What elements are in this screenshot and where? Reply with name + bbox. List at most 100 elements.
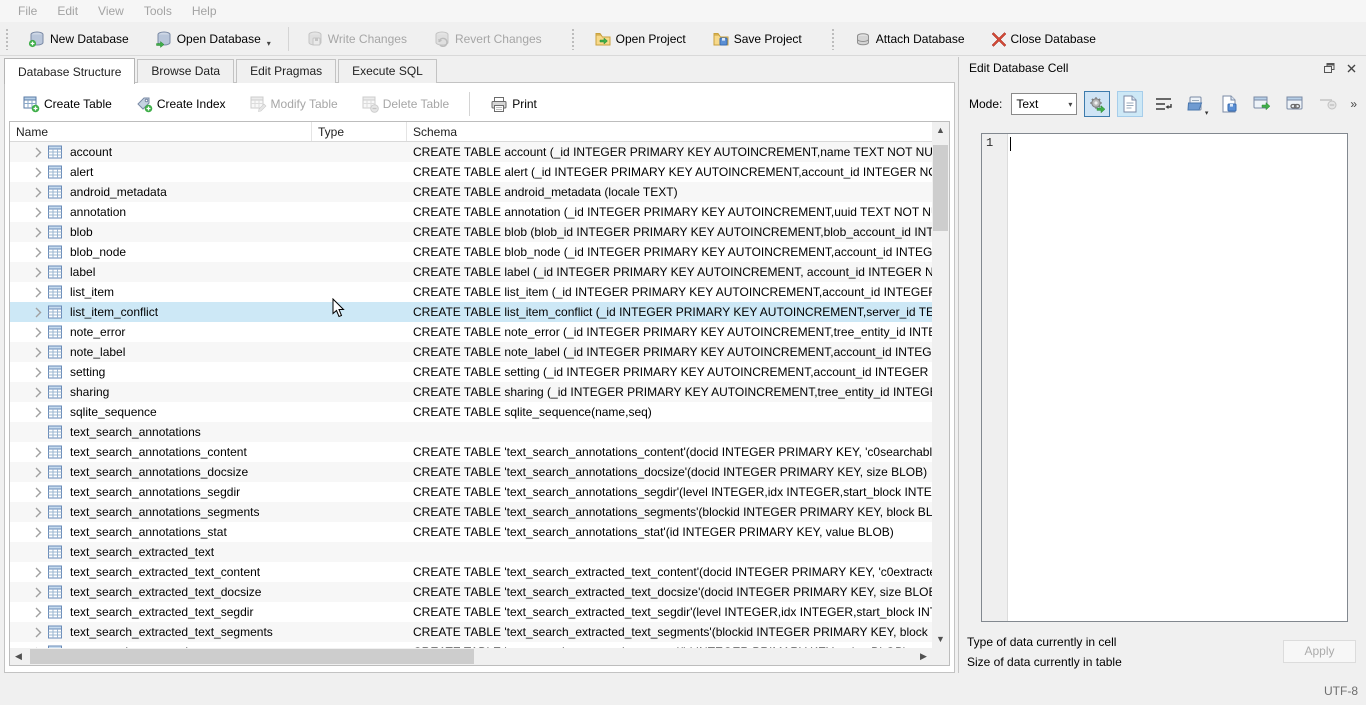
table-row[interactable]: blob_node CREATE TABLE blob_node (_id IN… <box>10 242 932 262</box>
chevron-right-icon[interactable] <box>35 627 42 638</box>
open-database-button[interactable]: Open Database ▾ <box>148 25 278 53</box>
text-mode-button[interactable] <box>1117 91 1143 117</box>
column-header-name[interactable]: Name <box>10 122 312 141</box>
close-panel-icon[interactable] <box>1342 60 1360 76</box>
apply-button[interactable]: Apply <box>1283 640 1356 663</box>
float-panel-icon[interactable] <box>1320 60 1338 76</box>
table-row[interactable]: text_search_annotations_segments CREATE … <box>10 502 932 522</box>
menu-edit[interactable]: Edit <box>47 1 88 21</box>
chevron-right-icon[interactable] <box>35 307 42 318</box>
new-database-button[interactable]: New Database <box>21 25 136 53</box>
chevron-right-icon[interactable] <box>35 587 42 598</box>
table-row[interactable]: text_search_extracted_text <box>10 542 932 562</box>
horizontal-scrollbar-thumb[interactable] <box>30 649 474 664</box>
attach-database-button[interactable]: Attach Database <box>847 25 972 53</box>
table-row[interactable]: text_search_extracted_text_segdir CREATE… <box>10 602 932 622</box>
table-row[interactable]: text_search_annotations_stat CREATE TABL… <box>10 522 932 542</box>
modify-table-button[interactable]: Modify Table <box>246 92 342 117</box>
print-button[interactable]: Print <box>486 92 541 117</box>
apply-cell-button[interactable] <box>1084 91 1110 117</box>
table-row[interactable]: text_search_annotations_segdir CREATE TA… <box>10 482 932 502</box>
table-row[interactable]: note_label CREATE TABLE note_label (_id … <box>10 342 932 362</box>
table-row[interactable]: note_error CREATE TABLE note_error (_id … <box>10 322 932 342</box>
chevron-right-icon[interactable] <box>35 287 42 298</box>
word-wrap-button[interactable] <box>1150 91 1176 117</box>
chevron-right-icon[interactable] <box>35 167 42 178</box>
open-project-button[interactable]: Open Project <box>587 25 693 53</box>
table-row[interactable]: text_search_annotations_docsize CREATE T… <box>10 462 932 482</box>
chevron-right-icon[interactable] <box>35 487 42 498</box>
chevron-right-icon[interactable] <box>35 607 42 618</box>
tab-edit-pragmas[interactable]: Edit Pragmas <box>236 59 336 83</box>
column-header-type[interactable]: Type <box>312 122 407 141</box>
menu-help[interactable]: Help <box>182 1 227 21</box>
table-row[interactable]: setting CREATE TABLE setting (_id INTEGE… <box>10 362 932 382</box>
menu-view[interactable]: View <box>88 1 134 21</box>
encoding-label[interactable]: UTF-8 <box>1324 684 1358 698</box>
table-row[interactable]: text_search_extracted_text_docsize CREAT… <box>10 582 932 602</box>
tab-database-structure[interactable]: Database Structure <box>4 58 135 84</box>
toolbar-grip[interactable] <box>831 28 836 50</box>
table-row[interactable]: alert CREATE TABLE alert (_id INTEGER PR… <box>10 162 932 182</box>
tab-browse-data[interactable]: Browse Data <box>137 59 234 83</box>
chevron-right-icon[interactable] <box>35 447 42 458</box>
tab-execute-sql[interactable]: Execute SQL <box>338 59 437 83</box>
revert-changes-button[interactable]: Revert Changes <box>426 25 549 53</box>
scroll-up-icon[interactable]: ▲ <box>932 122 949 139</box>
import-data-button[interactable]: ▾ <box>1183 91 1209 117</box>
chevron-right-icon[interactable] <box>35 247 42 258</box>
table-row[interactable]: sqlite_sequence CREATE TABLE sqlite_sequ… <box>10 402 932 422</box>
menu-tools[interactable]: Tools <box>134 1 182 21</box>
table-row[interactable]: text_search_extracted_text_segments CREA… <box>10 622 932 642</box>
copy-link-button[interactable] <box>1282 91 1308 117</box>
table-row[interactable]: text_search_annotations_content CREATE T… <box>10 442 932 462</box>
scroll-left-icon[interactable]: ◀ <box>10 648 27 665</box>
table-row[interactable]: annotation CREATE TABLE annotation (_id … <box>10 202 932 222</box>
toolbar-overflow-button[interactable]: » <box>1348 97 1359 111</box>
chevron-right-icon[interactable] <box>35 347 42 358</box>
chevron-right-icon[interactable] <box>35 147 42 158</box>
table-row[interactable]: text_search_annotations <box>10 422 932 442</box>
mode-select[interactable]: Text ▾ <box>1011 93 1077 115</box>
set-null-button[interactable] <box>1315 91 1341 117</box>
table-row[interactable]: label CREATE TABLE label (_id INTEGER PR… <box>10 262 932 282</box>
chevron-right-icon[interactable] <box>35 327 42 338</box>
table-row[interactable]: text_search_extracted_text_content CREAT… <box>10 562 932 582</box>
close-database-button[interactable]: Close Database <box>984 26 1103 52</box>
chevron-right-icon[interactable] <box>35 207 42 218</box>
chevron-right-icon[interactable] <box>35 227 42 238</box>
delete-table-button[interactable]: Delete Table <box>358 92 454 117</box>
chevron-right-icon[interactable] <box>35 267 42 278</box>
cell-edit-area[interactable] <box>1008 134 1347 621</box>
create-table-button[interactable]: Create Table <box>19 92 116 117</box>
chevron-right-icon[interactable] <box>35 507 42 518</box>
table-row[interactable]: account CREATE TABLE account (_id INTEGE… <box>10 142 932 162</box>
horizontal-scrollbar[interactable]: ◀ ▶ <box>10 648 932 665</box>
export-data-button[interactable] <box>1216 91 1242 117</box>
open-database-dropdown-icon[interactable]: ▾ <box>267 39 271 48</box>
table-row[interactable]: list_item_conflict CREATE TABLE list_ite… <box>10 302 932 322</box>
cell-editor-textarea[interactable]: 1 <box>981 133 1348 622</box>
menu-file[interactable]: File <box>8 1 47 21</box>
chevron-right-icon[interactable] <box>35 407 42 418</box>
vertical-scrollbar-thumb[interactable] <box>933 145 948 231</box>
panel-splitter[interactable] <box>958 57 959 673</box>
chevron-right-icon[interactable] <box>35 387 42 398</box>
column-header-schema[interactable]: Schema <box>407 122 932 141</box>
table-row[interactable]: list_item CREATE TABLE list_item (_id IN… <box>10 282 932 302</box>
table-row[interactable]: android_metadata CREATE TABLE android_me… <box>10 182 932 202</box>
create-index-button[interactable]: Create Index <box>132 92 230 117</box>
open-external-button[interactable] <box>1249 91 1275 117</box>
chevron-right-icon[interactable] <box>35 567 42 578</box>
chevron-right-icon[interactable] <box>35 527 42 538</box>
chevron-right-icon[interactable] <box>35 467 42 478</box>
scroll-down-icon[interactable]: ▼ <box>932 631 949 648</box>
write-changes-button[interactable]: Write Changes <box>299 25 414 53</box>
table-row[interactable]: sharing CREATE TABLE sharing (_id INTEGE… <box>10 382 932 402</box>
chevron-right-icon[interactable] <box>35 187 42 198</box>
save-project-button[interactable]: Save Project <box>705 25 809 53</box>
toolbar-grip[interactable] <box>5 28 10 50</box>
scroll-right-icon[interactable]: ▶ <box>915 648 932 665</box>
chevron-right-icon[interactable] <box>35 367 42 378</box>
table-row[interactable]: blob CREATE TABLE blob (blob_id INTEGER … <box>10 222 932 242</box>
